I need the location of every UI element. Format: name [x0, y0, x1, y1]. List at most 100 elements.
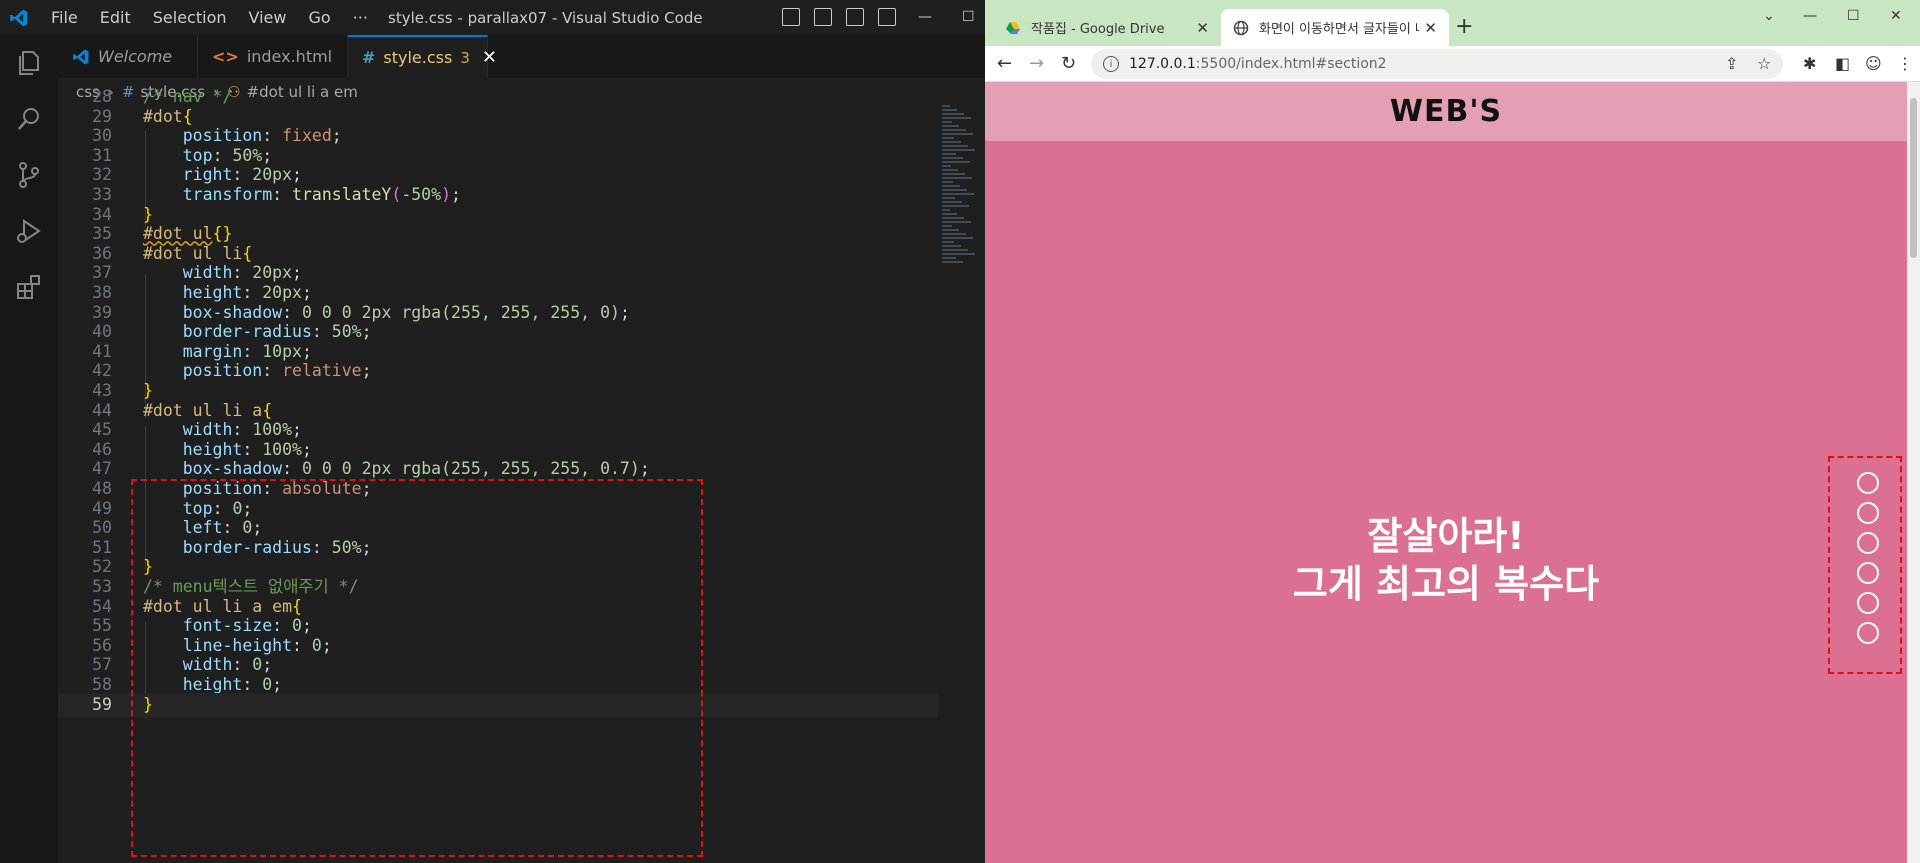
reload-icon[interactable]: ↻ — [1061, 53, 1076, 74]
hero-line-1: 잘살아라! — [1367, 514, 1525, 558]
browser-tab-drive[interactable]: 작품집 - Google Drive ✕ — [993, 9, 1221, 46]
scrollbar-thumb[interactable] — [1910, 98, 1917, 258]
minimap-line — [942, 201, 962, 203]
browser-tab-label: 화면이 이동하면서 글자들이 나오 — [1259, 22, 1419, 37]
new-tab-button[interactable]: + — [1455, 14, 1473, 39]
minimap-line — [942, 165, 951, 167]
minimap[interactable] — [940, 105, 985, 863]
dot-nav-item[interactable] — [1857, 502, 1879, 524]
minimap-line — [942, 161, 970, 163]
close-tab-icon[interactable]: ✕ — [1196, 19, 1209, 37]
extensions-icon[interactable] — [14, 272, 44, 302]
minimap-line — [942, 105, 950, 107]
dot-nav-item[interactable] — [1857, 592, 1879, 614]
maximize-icon[interactable]: ☐ — [962, 9, 975, 25]
minimap-line — [942, 257, 956, 259]
dot-nav-item[interactable] — [1857, 562, 1879, 584]
close-icon[interactable]: ✕ — [482, 47, 497, 68]
activity-bar — [0, 35, 58, 863]
dot-nav-item[interactable] — [1857, 472, 1879, 494]
dot-nav-item[interactable] — [1857, 622, 1879, 644]
minimap-line — [942, 197, 955, 199]
tab-welcome[interactable]: Welcome — [58, 35, 198, 78]
site-logo[interactable]: WEB'S — [1390, 94, 1502, 129]
source-control-icon[interactable] — [14, 160, 44, 190]
menu-view[interactable]: View — [238, 8, 298, 27]
minimap-line — [942, 261, 963, 263]
page-viewport: WEB'S 잘살아라! 그게 최고의 복수다 — [985, 82, 1920, 863]
html-icon: <> — [212, 47, 239, 66]
close-window-icon[interactable]: ✕ — [1890, 8, 1902, 24]
minimap-line — [942, 221, 971, 223]
more-menu-icon[interactable]: ⋮ — [1897, 54, 1913, 73]
problems-badge: 3 — [460, 48, 470, 67]
tab-style-css[interactable]: # style.css 3 ✕ — [348, 35, 497, 78]
minimap-line — [942, 117, 971, 119]
menu-edit[interactable]: Edit — [89, 8, 142, 27]
forward-arrow-icon[interactable]: → — [1029, 53, 1044, 74]
menu-go[interactable]: Go — [297, 8, 341, 27]
browser-toolbar: ← → ↻ i 127.0.0.1:5500/index.html#sectio… — [985, 46, 1920, 82]
minimap-line — [942, 229, 959, 231]
menu-selection[interactable]: Selection — [142, 8, 238, 27]
minimap-line — [942, 237, 973, 239]
address-bar[interactable]: i 127.0.0.1:5500/index.html#section2 — [1091, 49, 1783, 79]
bookmark-star-icon[interactable]: ☆ — [1757, 54, 1771, 73]
dot-nav-item[interactable] — [1857, 532, 1879, 554]
side-panel-icon[interactable]: ◧ — [1835, 54, 1850, 73]
tab-index-html[interactable]: <> index.html — [198, 35, 348, 78]
minimize-icon[interactable]: — — [918, 9, 932, 25]
globe-icon — [1233, 20, 1249, 35]
browser-tab-active[interactable]: 화면이 이동하면서 글자들이 나오 ✕ — [1221, 9, 1449, 46]
layout-controls — [782, 8, 896, 26]
share-icon[interactable]: ⇪ — [1725, 54, 1738, 73]
minimap-line — [942, 245, 961, 247]
minimap-line — [942, 153, 956, 155]
vscode-logo-icon — [73, 49, 89, 64]
url-host: 127.0.0.1 — [1129, 56, 1196, 72]
minimap-line — [942, 205, 969, 207]
url-path: :5500/index.html#section2 — [1195, 56, 1387, 72]
minimap-line — [942, 113, 964, 115]
maximize-icon[interactable]: ☐ — [1847, 8, 1860, 24]
vertical-scrollbar[interactable] — [1907, 82, 1920, 863]
back-arrow-icon[interactable]: ← — [997, 53, 1012, 74]
editor-tabs: Welcome <> index.html # style.css 3 ✕ — [58, 35, 985, 78]
minimap-line — [942, 129, 966, 131]
toggle-sidebar-icon[interactable] — [782, 8, 800, 26]
tab-label: Welcome — [98, 47, 173, 66]
close-tab-icon[interactable]: ✕ — [1424, 19, 1437, 37]
minimap-line — [942, 157, 963, 159]
hero-line-2: 그게 최고의 복수다 — [1292, 562, 1600, 606]
minimap-line — [942, 189, 967, 191]
dot-navigation — [1828, 456, 1902, 674]
minimap-line — [942, 121, 952, 123]
site-info-icon[interactable]: i — [1103, 56, 1119, 72]
minimap-line — [942, 241, 954, 243]
minimap-line — [942, 193, 974, 195]
toggle-panel-icon[interactable] — [814, 8, 832, 26]
screen: File Edit Selection View Go ··· style.cs… — [0, 0, 1920, 863]
explorer-icon[interactable] — [14, 48, 44, 78]
minimap-line — [942, 133, 973, 135]
minimap-line — [942, 253, 975, 255]
minimap-line — [942, 173, 965, 175]
minimap-line — [942, 181, 953, 183]
run-debug-icon[interactable] — [14, 216, 44, 246]
vscode-logo-icon — [10, 9, 28, 27]
minimize-icon[interactable]: — — [1803, 8, 1817, 24]
chevron-down-icon[interactable]: ⌄ — [1763, 8, 1775, 24]
minimap-line — [942, 209, 950, 211]
search-icon[interactable] — [14, 104, 44, 134]
minimap-line — [942, 149, 975, 151]
vscode-titlebar: File Edit Selection View Go ··· style.cs… — [0, 0, 985, 35]
profile-icon[interactable]: ☺ — [1865, 54, 1882, 73]
minimap-line — [942, 217, 964, 219]
menu-more[interactable]: ··· — [342, 8, 379, 27]
menu-file[interactable]: File — [40, 8, 89, 27]
tab-label: index.html — [246, 47, 333, 66]
extensions-puzzle-icon[interactable]: ✱ — [1803, 54, 1816, 73]
toggle-secondary-sidebar-icon[interactable] — [846, 8, 864, 26]
browser-tab-label: 작품집 - Google Drive — [1031, 22, 1165, 37]
customize-layout-icon[interactable] — [878, 8, 896, 26]
